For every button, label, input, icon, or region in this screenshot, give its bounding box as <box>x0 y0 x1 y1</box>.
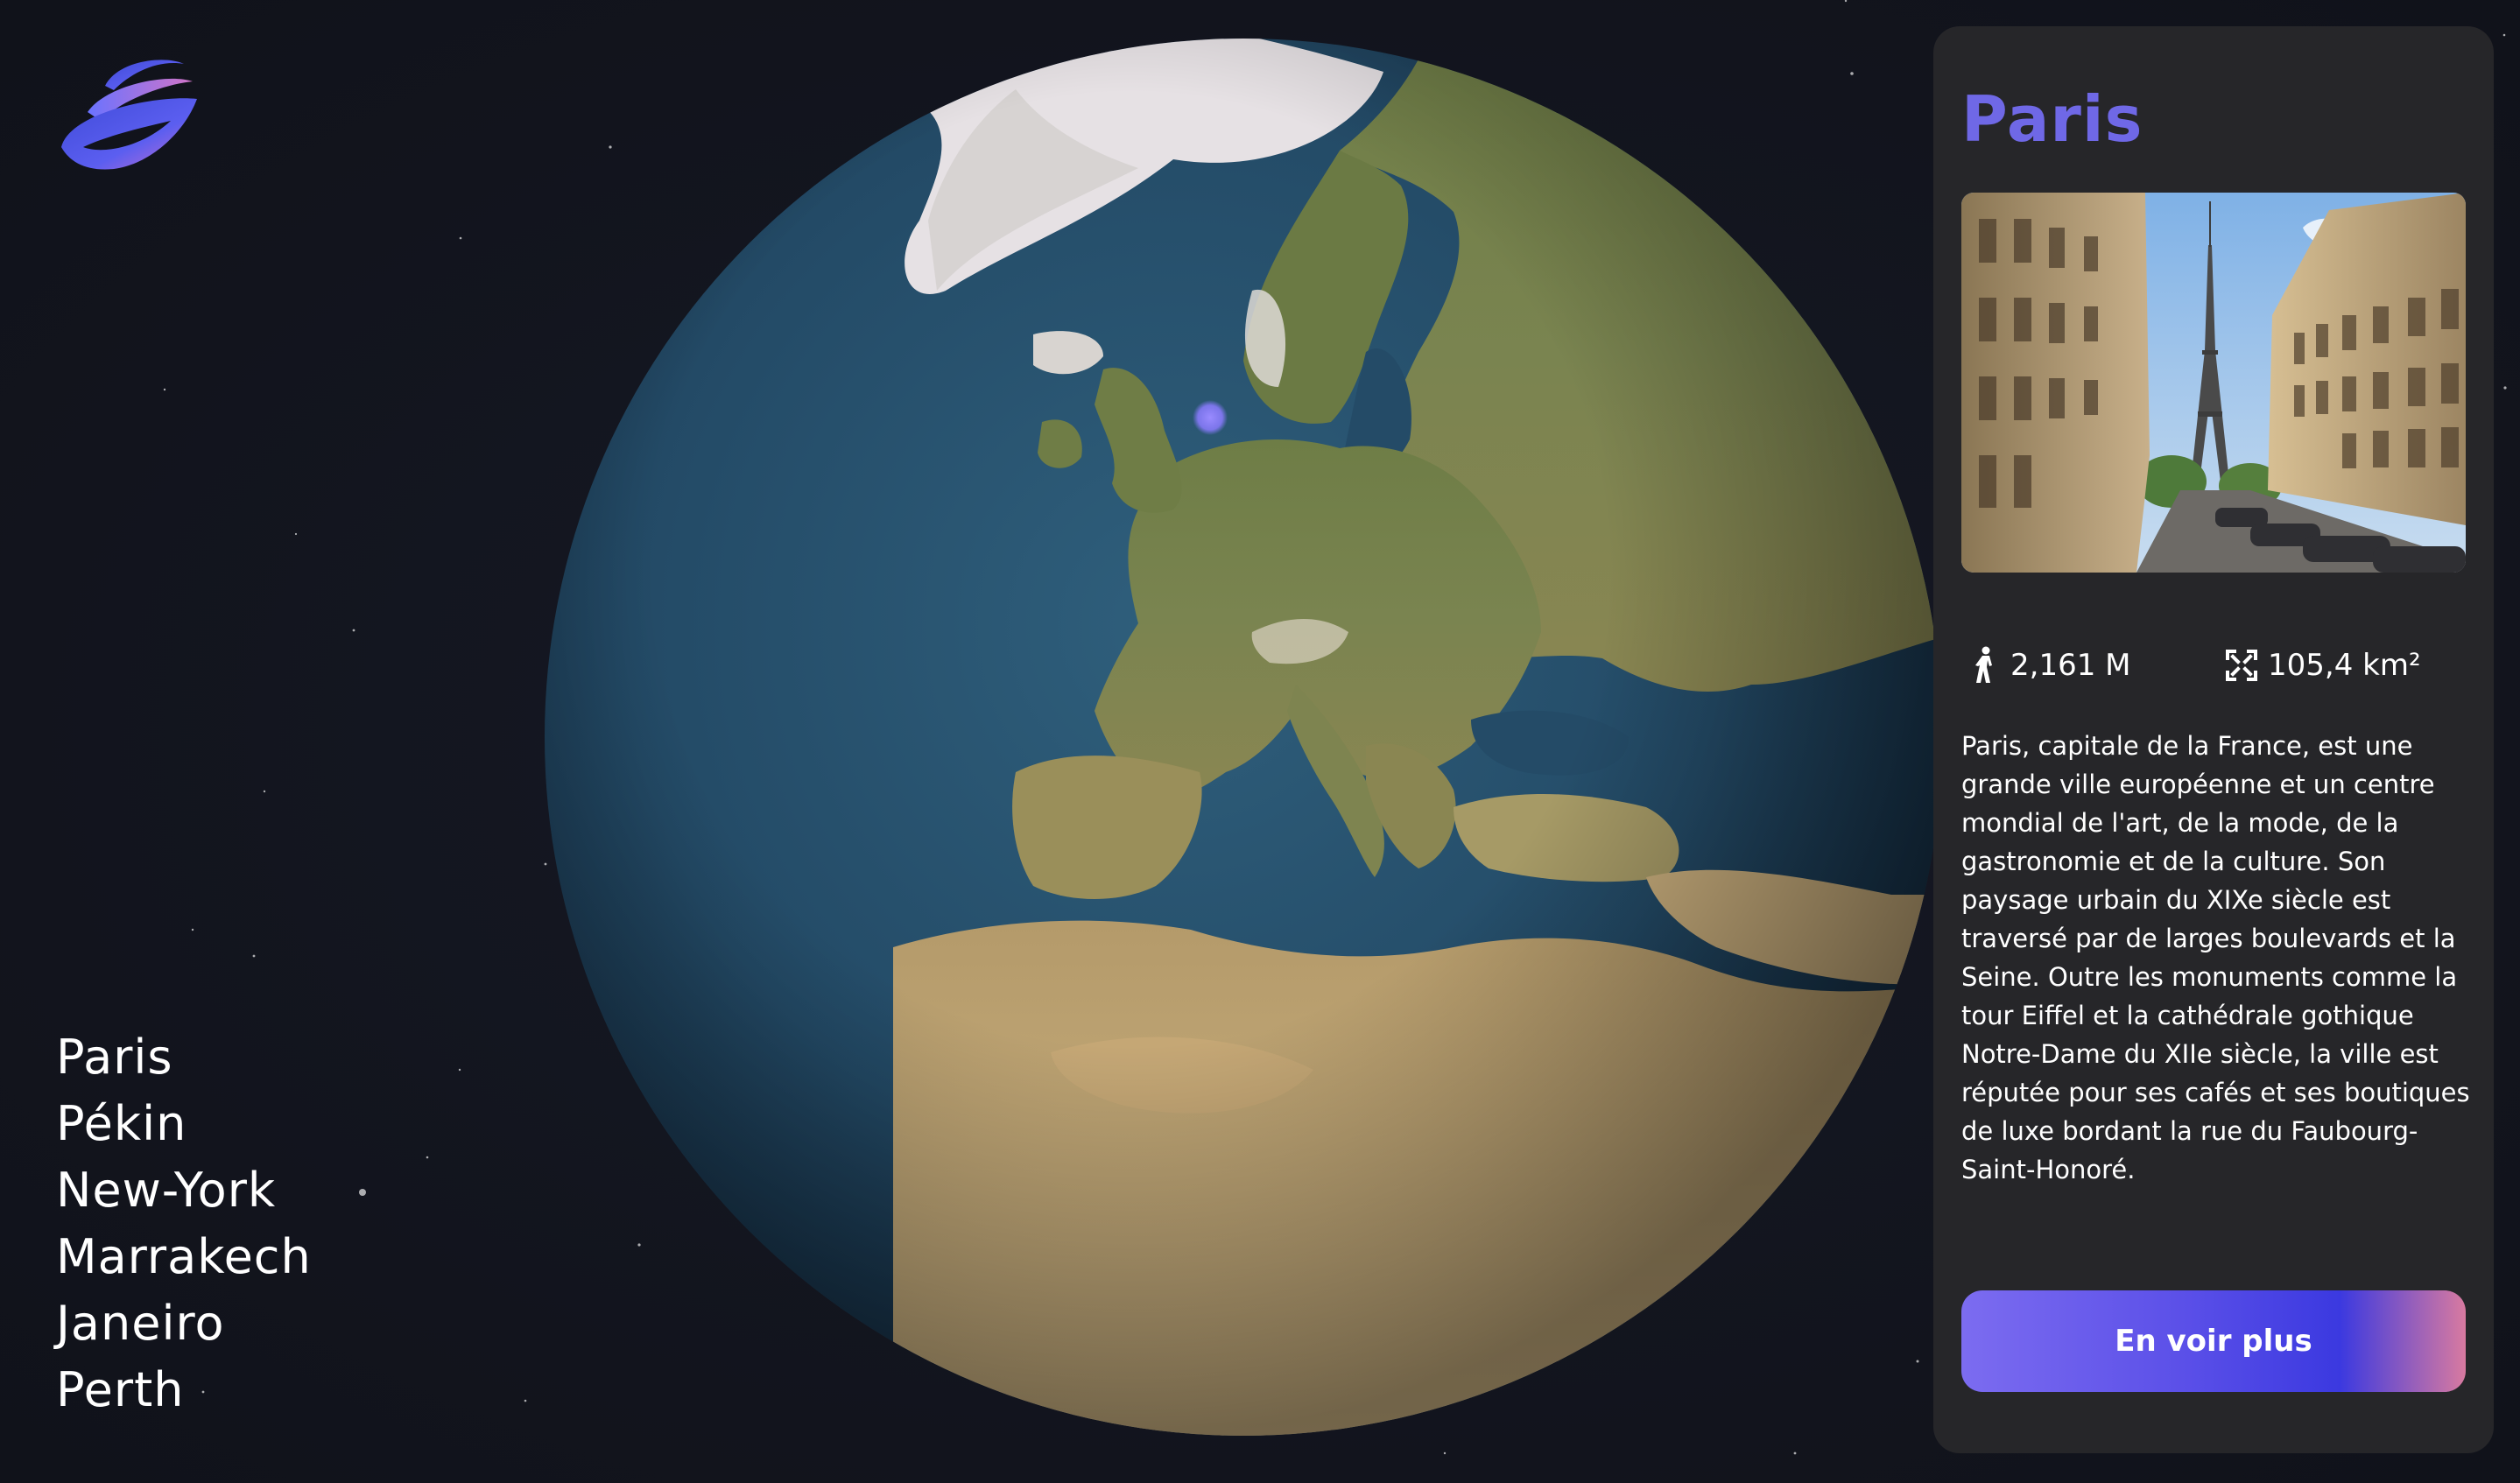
see-more-button[interactable]: En voir plus <box>1961 1290 2466 1392</box>
city-list: Paris Pékin New-York Marrakech Janeiro P… <box>56 1024 312 1423</box>
city-item-perth[interactable]: Perth <box>56 1357 312 1423</box>
city-description: Paris, capitale de la France, est une gr… <box>1961 731 2470 1184</box>
population-stat: 2,161 M <box>1967 639 2130 692</box>
city-stats: 2,161 M 105,4 km² <box>1961 639 2466 692</box>
expand-icon <box>2226 650 2257 681</box>
city-item-janeiro[interactable]: Janeiro <box>56 1290 312 1357</box>
city-title: Paris <box>1961 82 2143 156</box>
person-walking-icon <box>1975 646 1992 683</box>
city-item-pekin[interactable]: Pékin <box>56 1091 312 1157</box>
city-photo <box>1961 193 2466 573</box>
area-value: 105,4 km² <box>2268 648 2421 683</box>
population-value: 2,161 M <box>2010 648 2131 683</box>
city-info-panel: Paris 2,161 M 105,4 km² Paris, capitale … <box>1933 26 2494 1453</box>
city-item-paris[interactable]: Paris <box>56 1024 312 1091</box>
city-item-new-york[interactable]: New-York <box>56 1157 312 1224</box>
area-stat: 105,4 km² <box>2224 639 2421 692</box>
city-item-marrakech[interactable]: Marrakech <box>56 1224 312 1290</box>
globe-viewer: Paris Pékin New-York Marrakech Janeiro P… <box>0 0 2520 1483</box>
globe-canvas[interactable] <box>525 19 1961 1455</box>
planet-logo-icon[interactable] <box>53 51 201 173</box>
